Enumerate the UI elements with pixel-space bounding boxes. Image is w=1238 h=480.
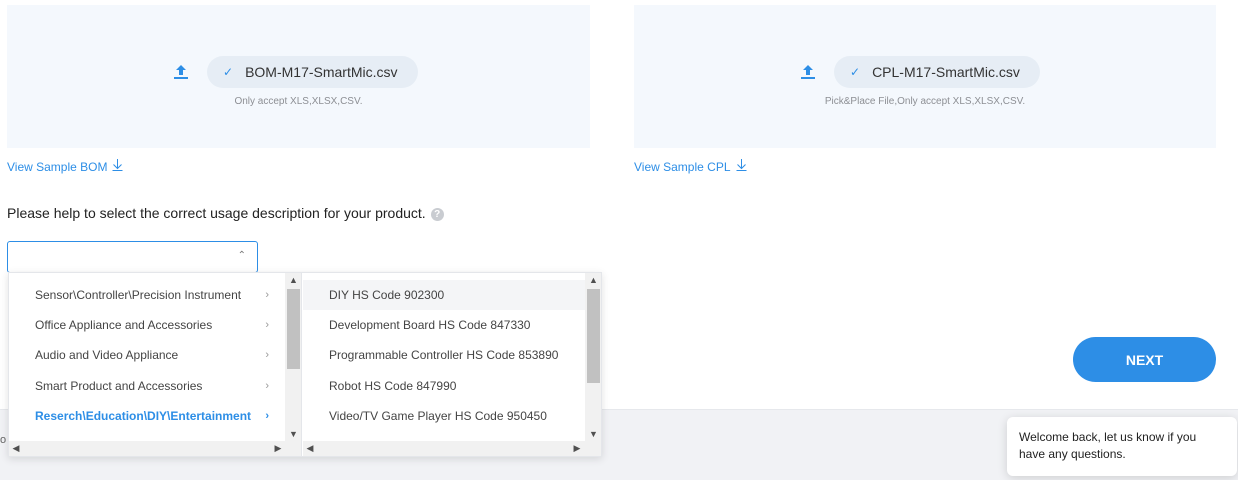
option-item[interactable]: Development Board HS Code 847330 — [303, 310, 585, 340]
chevron-right-icon: › — [265, 289, 269, 301]
view-sample-cpl-label: View Sample CPL — [634, 159, 731, 174]
scroll-right-icon[interactable]: ▶ — [271, 441, 285, 456]
category-item-label: Reserch\Education\DIY\Entertainment — [35, 409, 252, 423]
usage-select[interactable]: ⌃ — [7, 241, 258, 273]
scroll-down-icon[interactable]: ▼ — [285, 427, 301, 441]
scroll-right-icon[interactable]: ▶ — [570, 441, 584, 456]
option-item[interactable]: Programmable Controller HS Code 853890 — [303, 340, 585, 370]
chevron-up-icon: ⌃ — [237, 250, 246, 261]
option-item[interactable]: Robot HS Code 847990 — [303, 371, 585, 401]
footer-text: o — [0, 434, 7, 446]
chevron-right-icon: › — [265, 410, 269, 422]
upload-icon[interactable] — [171, 62, 191, 82]
scroll-down-icon[interactable]: ▼ — [585, 427, 601, 441]
usage-cascader-dropdown: Sensor\Controller\Precision Instrument ›… — [8, 272, 602, 457]
chat-welcome-bubble[interactable]: Welcome back, let us know if you have an… — [1007, 417, 1237, 476]
usage-question-text: Please help to select the correct usage … — [7, 205, 426, 221]
cpl-file-chip: ✓ CPL-M17-SmartMic.csv — [834, 56, 1040, 88]
chat-welcome-message: Welcome back, let us know if you have an… — [1019, 430, 1197, 461]
view-sample-bom-link[interactable]: View Sample BOM — [7, 159, 123, 174]
category-item-label: Smart Product and Accessories — [35, 379, 203, 393]
cpl-file-hint: Pick&Place File,Only accept XLS,XLSX,CSV… — [824, 96, 1026, 107]
category-item[interactable]: Smart Product and Accessories › — [9, 371, 285, 401]
option-item-label: Video/TV Game Player HS Code 950450 — [329, 409, 547, 423]
vertical-scrollbar[interactable]: ▲ ▼ — [585, 273, 601, 441]
category-item-label: Office Appliance and Accessories — [35, 318, 213, 332]
option-item-label: DIY HS Code 902300 — [329, 288, 445, 302]
category-item-label: Sensor\Controller\Precision Instrument — [35, 288, 242, 302]
bom-file-chip: ✓ BOM-M17-SmartMic.csv — [207, 56, 418, 88]
category-item[interactable]: Sensor\Controller\Precision Instrument › — [9, 280, 285, 310]
help-icon[interactable]: ? — [430, 207, 444, 221]
view-sample-bom-label: View Sample BOM — [7, 159, 108, 174]
scroll-left-icon[interactable]: ◀ — [303, 441, 317, 456]
horizontal-scrollbar[interactable]: ◀ ▶ — [9, 441, 301, 456]
category-item-label: Audio and Video Appliance — [35, 348, 179, 362]
view-sample-cpl-link[interactable]: View Sample CPL — [634, 159, 747, 174]
category-item-active[interactable]: Reserch\Education\DIY\Entertainment › — [9, 401, 285, 431]
chevron-right-icon: › — [265, 319, 269, 331]
cpl-upload-area[interactable]: ✓ CPL-M17-SmartMic.csv Pick&Place File,O… — [634, 5, 1216, 148]
scroll-left-icon[interactable]: ◀ — [9, 441, 23, 456]
bom-file-name: BOM-M17-SmartMic.csv — [245, 64, 398, 80]
vertical-scrollbar[interactable]: ▲ ▼ — [285, 273, 301, 441]
chevron-right-icon: › — [265, 349, 269, 361]
next-button[interactable]: NEXT — [1073, 337, 1216, 382]
chevron-right-icon: › — [265, 380, 269, 392]
option-item-label: Robot HS Code 847990 — [329, 379, 457, 393]
option-item-label: Development Board HS Code 847330 — [329, 318, 531, 332]
option-panel: DIY HS Code 902300 Development Board HS … — [303, 273, 601, 456]
option-item[interactable]: Video/TV Game Player HS Code 950450 — [303, 401, 585, 431]
option-item-label: Programmable Controller HS Code 853890 — [329, 348, 559, 362]
option-item[interactable]: DIY HS Code 902300 — [303, 280, 585, 310]
usage-question: Please help to select the correct usage … — [7, 205, 444, 221]
download-icon — [112, 159, 123, 174]
check-icon: ✓ — [850, 65, 861, 79]
horizontal-scrollbar[interactable]: ◀ ▶ — [303, 441, 601, 456]
upload-icon[interactable] — [798, 62, 818, 82]
scroll-up-icon[interactable]: ▲ — [585, 273, 601, 287]
check-icon: ✓ — [223, 65, 234, 79]
bom-file-hint: Only accept XLS,XLSX,CSV. — [234, 96, 363, 107]
scroll-up-icon[interactable]: ▲ — [285, 273, 301, 287]
scrollbar-thumb[interactable] — [287, 289, 300, 369]
cpl-file-name: CPL-M17-SmartMic.csv — [872, 64, 1020, 80]
category-panel: Sensor\Controller\Precision Instrument ›… — [9, 273, 302, 456]
download-icon — [736, 159, 747, 174]
category-item[interactable]: Office Appliance and Accessories › — [9, 310, 285, 340]
category-item[interactable]: Audio and Video Appliance › — [9, 340, 285, 370]
bom-upload-area[interactable]: ✓ BOM-M17-SmartMic.csv Only accept XLS,X… — [7, 5, 590, 148]
scrollbar-thumb[interactable] — [587, 289, 600, 383]
